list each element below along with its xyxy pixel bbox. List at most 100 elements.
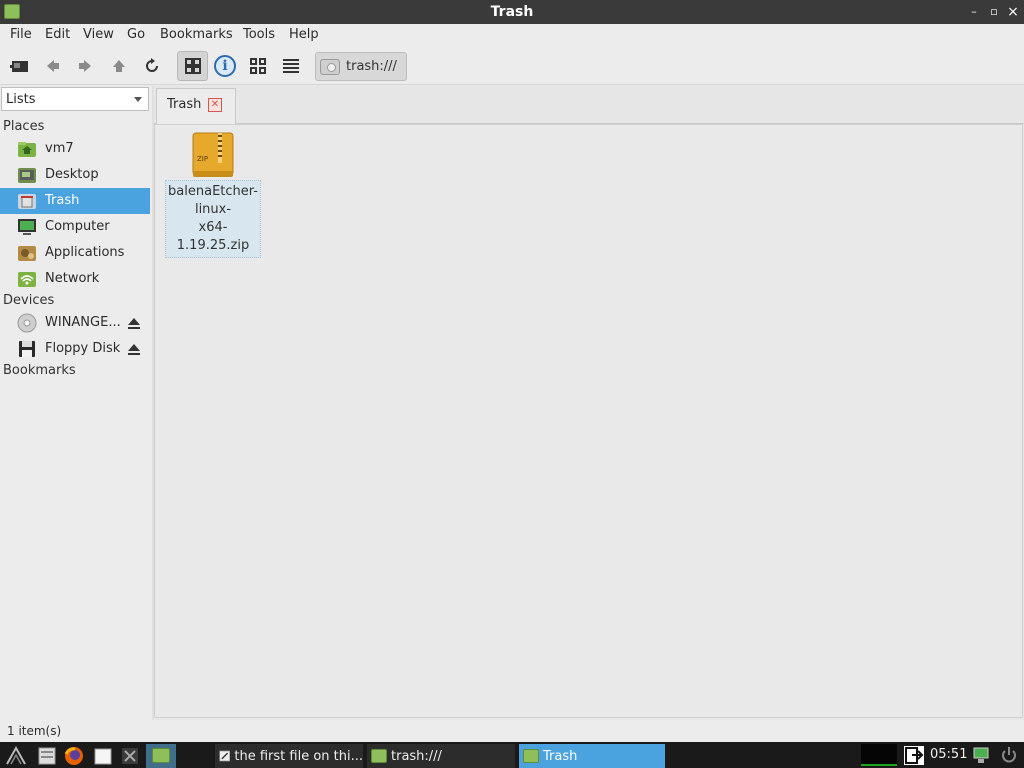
task-label: trash:/// xyxy=(391,748,442,764)
file-name-line: x64-1.19.25.zip xyxy=(176,220,250,253)
menu-file[interactable]: File xyxy=(10,27,32,42)
close-button[interactable]: × xyxy=(1004,3,1022,21)
network-tray-icon[interactable] xyxy=(972,745,994,766)
power-icon[interactable] xyxy=(998,745,1020,766)
terminal-icon xyxy=(10,61,28,72)
cdrom-icon xyxy=(17,313,37,333)
logout-icon[interactable] xyxy=(903,745,925,766)
sidebar-item-desktop[interactable]: Desktop xyxy=(0,162,150,188)
menu-bookmarks[interactable]: Bookmarks xyxy=(160,27,233,42)
sidebar-item-computer[interactable]: Computer xyxy=(0,214,150,240)
back-button[interactable] xyxy=(38,52,68,80)
firefox-icon[interactable] xyxy=(63,745,85,766)
window-titlebar: Trash – ▫ × xyxy=(0,0,1024,24)
item-count: 1 item(s) xyxy=(7,724,62,738)
open-terminal-button[interactable] xyxy=(5,52,35,80)
reload-icon xyxy=(146,58,158,72)
computer-icon xyxy=(18,219,36,235)
folder-icon xyxy=(152,748,170,763)
toolbar: i xyxy=(0,47,1024,85)
folder-icon xyxy=(371,749,387,763)
task-label: the first file on thi... xyxy=(234,748,363,764)
task-trash-path[interactable]: trash:/// xyxy=(367,744,515,768)
icon-view-toggle[interactable] xyxy=(177,51,208,81)
sidebar-item-floppy[interactable]: Floppy Disk xyxy=(0,336,150,362)
file-cabinet-icon[interactable] xyxy=(36,745,58,766)
drive-icon xyxy=(320,58,340,75)
tab-strip: Trash ✕ xyxy=(154,86,1024,124)
folder-icon xyxy=(523,749,539,763)
status-bar: 1 item(s) xyxy=(0,720,1024,742)
up-button[interactable] xyxy=(104,52,134,80)
sidebar-item-label: Trash xyxy=(45,193,80,208)
menu-edit[interactable]: Edit xyxy=(45,27,70,42)
list-view-icon xyxy=(283,59,299,73)
back-icon xyxy=(47,60,59,72)
menu-go[interactable]: Go xyxy=(127,27,145,42)
grid-view-icon xyxy=(250,58,266,74)
tab-trash[interactable]: Trash ✕ xyxy=(156,88,236,124)
applications-icon xyxy=(18,246,36,261)
eject-icon[interactable] xyxy=(127,316,141,330)
menu-view[interactable]: View xyxy=(83,27,114,42)
text-editor-icon xyxy=(219,750,231,762)
sidebar-item-vm7[interactable]: vm7 xyxy=(0,136,150,162)
minimize-button[interactable]: – xyxy=(965,3,983,21)
clock: 05:51 xyxy=(930,747,968,762)
devices-heading: Devices xyxy=(3,293,55,308)
info-icon: i xyxy=(214,55,236,77)
task-trash[interactable]: Trash xyxy=(519,744,665,768)
tools-icon[interactable] xyxy=(119,745,141,766)
zip-archive-icon: ZIP xyxy=(192,132,234,177)
zip-badge: ZIP xyxy=(197,155,208,163)
blank-window-icon[interactable] xyxy=(92,745,114,766)
forward-icon xyxy=(79,60,91,72)
side-pane-selector-value: Lists xyxy=(6,92,36,107)
sidebar-item-cdrom[interactable]: WINANGE... xyxy=(0,310,150,336)
forward-button[interactable] xyxy=(70,52,100,80)
task-label: Trash xyxy=(543,748,578,764)
window-title: Trash xyxy=(490,4,534,20)
sidebar-item-label: WINANGE... xyxy=(45,315,121,330)
desktop-folder-icon xyxy=(18,168,36,183)
maximize-button[interactable]: ▫ xyxy=(985,3,1003,21)
sidebar: Lists Places vm7 Desktop Trash Computer … xyxy=(0,86,152,722)
floppy-icon xyxy=(19,341,35,357)
reload-button[interactable] xyxy=(137,52,167,80)
tab-close-icon[interactable]: ✕ xyxy=(208,98,222,112)
sidebar-item-label: Floppy Disk xyxy=(45,341,121,356)
file-name-line: balenaEtcher- xyxy=(168,184,258,199)
taskbar: the first file on thi... trash:/// Trash… xyxy=(0,742,1024,768)
sidebar-item-label: vm7 xyxy=(45,141,74,156)
list-view-button[interactable] xyxy=(276,52,306,80)
home-folder-icon xyxy=(18,142,36,157)
side-pane-selector[interactable]: Lists xyxy=(1,87,149,111)
menu-help[interactable]: Help xyxy=(289,27,319,42)
trash-icon xyxy=(18,194,36,209)
sidebar-item-label: Desktop xyxy=(45,167,99,182)
network-icon xyxy=(18,272,36,287)
task-document[interactable]: the first file on thi... xyxy=(215,744,363,768)
location-button[interactable]: trash:/// xyxy=(315,52,407,81)
file-manager-launcher[interactable] xyxy=(146,744,176,768)
start-menu-icon[interactable] xyxy=(5,745,27,766)
sidebar-item-label: Network xyxy=(45,271,100,286)
sidebar-item-label: Applications xyxy=(45,245,125,260)
menu-bar: File Edit View Go Bookmarks Tools Help xyxy=(0,24,1024,47)
cpu-monitor xyxy=(861,744,897,766)
sidebar-item-label: Computer xyxy=(45,219,110,234)
compact-view-button[interactable] xyxy=(243,52,273,80)
menu-tools[interactable]: Tools xyxy=(243,27,275,42)
icon-view-icon xyxy=(184,58,201,74)
info-button[interactable]: i xyxy=(210,52,240,80)
eject-icon[interactable] xyxy=(127,342,141,356)
file-view[interactable]: ZIP balenaEtcher- linux- x64-1.19.25.zip xyxy=(154,124,1023,718)
sidebar-item-trash[interactable]: Trash xyxy=(0,188,150,214)
sidebar-item-network[interactable]: Network xyxy=(0,266,150,292)
up-icon xyxy=(113,60,125,72)
file-name-line: linux- xyxy=(194,202,232,217)
dropdown-arrow-icon xyxy=(134,97,142,102)
location-path: trash:/// xyxy=(346,59,397,74)
file-name: balenaEtcher- linux- x64-1.19.25.zip xyxy=(165,180,261,258)
sidebar-item-applications[interactable]: Applications xyxy=(0,240,150,266)
